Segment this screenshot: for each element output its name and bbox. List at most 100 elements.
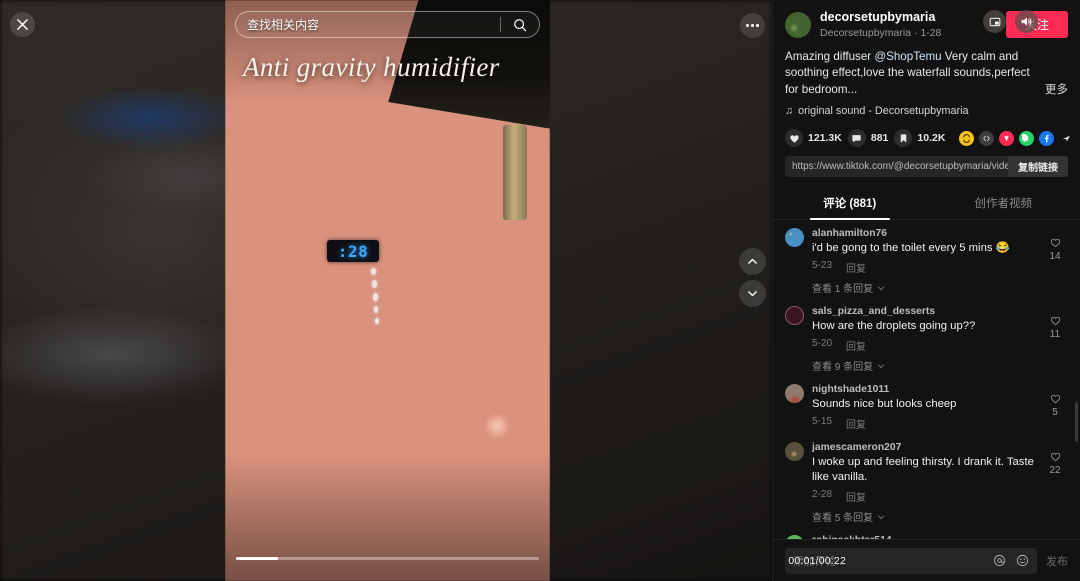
like-button[interactable]: [785, 129, 803, 148]
author-handle[interactable]: decorsetupbymaria: [820, 10, 997, 26]
video-player[interactable]: :28: [225, 0, 550, 581]
water-droplet: [374, 306, 378, 313]
copy-link-button[interactable]: 复制链接: [1008, 156, 1068, 178]
search-input[interactable]: 查找相关内容: [236, 16, 500, 33]
comment-like[interactable]: 5: [1042, 384, 1068, 431]
comment-date: 2-28: [812, 489, 833, 501]
whatsapp-icon[interactable]: [1019, 130, 1035, 146]
view-replies-button[interactable]: 查看 5 条回复: [812, 509, 1034, 524]
repost-icon[interactable]: [959, 130, 975, 146]
comment-like-count: 14: [1049, 251, 1061, 263]
commenter-name[interactable]: nightshade1011: [812, 384, 1034, 395]
bookmark-icon: [900, 133, 907, 143]
comment-like-count: 11: [1049, 329, 1061, 341]
comment-date: 5-23: [812, 260, 833, 272]
mention-link[interactable]: @ShopTemu: [874, 50, 941, 63]
comment-text: Sounds nice but looks cheep: [812, 398, 957, 411]
chevron-down-icon: [878, 364, 885, 368]
picture-in-picture-icon: [989, 17, 1000, 26]
chevron-down-icon: [878, 515, 885, 519]
commenter-avatar[interactable]: R: [785, 535, 804, 539]
bookmark-stat[interactable]: 10.2K: [894, 129, 945, 148]
commenter-name[interactable]: sals_pizza_and_desserts: [812, 306, 1034, 317]
at-mention-icon[interactable]: [992, 554, 1006, 568]
video-progress-bar[interactable]: [236, 557, 539, 560]
description-text-before: Amazing diffuser: [785, 49, 875, 63]
facebook-icon[interactable]: [1039, 130, 1055, 146]
view-replies-button[interactable]: 查看 9 条回复: [812, 358, 1034, 373]
panel-tabs: 评论 (881) 创作者视频: [773, 188, 1080, 221]
more-options-button[interactable]: [740, 13, 765, 38]
lamp-neck: [503, 125, 527, 220]
commenter-avatar[interactable]: [785, 228, 804, 248]
pinterest-icon[interactable]: [999, 130, 1015, 146]
comment-count: 881: [870, 132, 889, 145]
next-video-button[interactable]: [739, 280, 766, 307]
picture-in-picture-button[interactable]: [983, 10, 1006, 33]
close-button[interactable]: [10, 12, 35, 37]
commenter-name[interactable]: jamescameron207: [812, 442, 1034, 453]
commenter-avatar[interactable]: [785, 384, 804, 404]
comment-meta: 5-15 回复: [812, 416, 1034, 431]
author-avatar[interactable]: [785, 11, 811, 38]
show-more-button[interactable]: 更多: [1045, 82, 1068, 98]
water-droplet: [373, 293, 378, 301]
emoji-icon[interactable]: [1015, 554, 1029, 568]
comment-item: R robinaakhtar514 👌 5-2 回复 1: [785, 535, 1068, 539]
comment-text: i'd be gong to the toilet every 5 mins 😂: [812, 242, 1010, 255]
music-note-icon: ♫: [785, 105, 794, 118]
post-comment-button[interactable]: 发布: [1046, 553, 1068, 569]
embed-code-icon[interactable]: [979, 130, 995, 146]
comment-stat[interactable]: 881: [847, 129, 889, 148]
engagement-stats: 121.3K 881 10.2K: [773, 117, 1080, 148]
comment-like[interactable]: 1: [1042, 535, 1068, 539]
comment-button[interactable]: [847, 129, 866, 148]
bookmark-button[interactable]: [894, 129, 913, 148]
water-droplet: [372, 280, 377, 288]
comments-list[interactable]: alanhamilton76 i'd be gong to the toilet…: [773, 220, 1080, 539]
comment-reply-button[interactable]: 回复: [846, 260, 866, 275]
commenter-avatar[interactable]: [785, 306, 804, 326]
water-droplet: [371, 268, 376, 275]
comment-body: sals_pizza_and_desserts How are the drop…: [812, 306, 1034, 373]
tab-creator-videos[interactable]: 创作者视频: [927, 188, 1080, 219]
like-count: 121.3K: [808, 132, 842, 145]
comment-body: nightshade1011 Sounds nice but looks che…: [812, 384, 1034, 431]
view-replies-button[interactable]: 查看 1 条回复: [812, 280, 1034, 295]
previous-video-button[interactable]: [739, 248, 766, 275]
comment-item: sals_pizza_and_desserts How are the drop…: [785, 306, 1068, 373]
search-bar[interactable]: 查找相关内容: [235, 11, 540, 38]
chevron-up-icon: [748, 258, 757, 264]
comment-reply-button[interactable]: 回复: [846, 416, 866, 431]
comment-icon: [852, 134, 861, 142]
comments-scrollbar[interactable]: [1075, 402, 1078, 443]
share-link-row: https://www.tiktok.com/@decorsetupbymari…: [785, 156, 1068, 178]
search-icon: [514, 18, 527, 31]
comment-like[interactable]: 22: [1042, 442, 1068, 524]
comment-item: jamescameron207 I woke up and feeling th…: [785, 442, 1068, 524]
search-button[interactable]: [501, 12, 539, 37]
comment-text: How are the droplets going up??: [812, 320, 976, 333]
heart-icon: [1050, 238, 1060, 248]
more-options-icon: [746, 24, 749, 27]
comment-item: alanhamilton76 i'd be gong to the toilet…: [785, 228, 1068, 295]
comment-date: 5-20: [812, 338, 833, 350]
commenter-name[interactable]: alanhamilton76: [812, 228, 1034, 239]
like-stat[interactable]: 121.3K: [785, 129, 842, 148]
humidifier-display: :28: [327, 240, 379, 262]
comment-reply-button[interactable]: 回复: [846, 338, 866, 353]
video-title-overlay: Anti gravity humidifier: [243, 52, 500, 82]
comment-like[interactable]: 11: [1042, 306, 1068, 373]
comment-body: alanhamilton76 i'd be gong to the toilet…: [812, 228, 1034, 295]
tab-comments[interactable]: 评论 (881): [773, 188, 927, 219]
share-arrow-icon[interactable]: [1059, 131, 1074, 146]
video-description: Amazing diffuser @ShopTemu Very calm and…: [785, 49, 1068, 98]
music-row[interactable]: ♫ original sound - Decorsetupbymaria: [785, 105, 1068, 117]
commenter-name[interactable]: robinaakhtar514: [812, 535, 1034, 539]
comment-like[interactable]: 14: [1042, 228, 1068, 295]
video-url[interactable]: https://www.tiktok.com/@decorsetupbymari…: [785, 161, 1008, 172]
volume-button[interactable]: [1015, 10, 1038, 33]
comment-reply-button[interactable]: 回复: [846, 489, 866, 504]
volume-icon: [1021, 17, 1032, 26]
commenter-avatar[interactable]: [785, 442, 804, 462]
